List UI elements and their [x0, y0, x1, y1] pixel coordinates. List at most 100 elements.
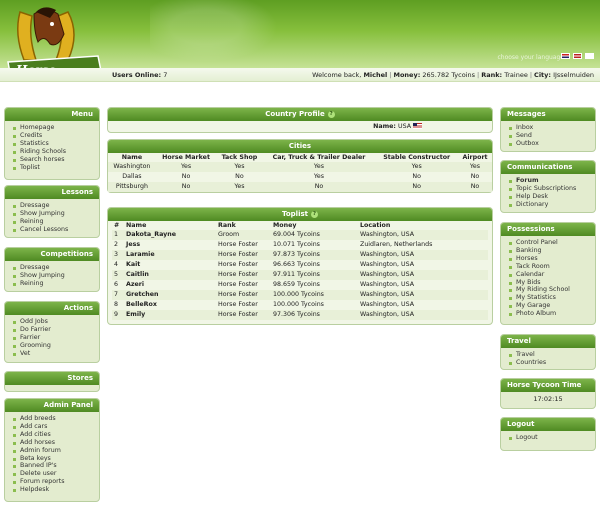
comm-item-help-desk[interactable]: Help Desk [509, 193, 595, 201]
admin-panel: Admin Panel Add breeds Add cars Add citi… [4, 398, 100, 502]
actions-panel-title: Actions [5, 302, 99, 315]
player-name[interactable]: Caitlin [124, 270, 216, 280]
admin-item-add-breeds[interactable]: Add breeds [13, 415, 99, 423]
city-value: IJsselmuiden [553, 71, 594, 79]
possession-item-horses[interactable]: Horses [509, 255, 595, 263]
message-item-outbox[interactable]: Outbox [509, 140, 595, 148]
possession-item-tack-room[interactable]: Tack Room [509, 263, 595, 271]
possession-item-my-riding-school[interactable]: My Riding School [509, 286, 595, 294]
actions-panel: Actions Odd Jobs Do Farrier Farrier Groo… [4, 301, 100, 363]
action-item-grooming[interactable]: Grooming [13, 342, 99, 350]
possession-item-calendar[interactable]: Calendar [509, 271, 595, 279]
possession-item-my-bids[interactable]: My Bids [509, 279, 595, 287]
admin-item-beta-keys[interactable]: Beta keys [13, 455, 99, 463]
player-name[interactable]: Jess [124, 240, 216, 250]
possession-item-my-statistics[interactable]: My Statistics [509, 294, 595, 302]
message-item-inbox[interactable]: Inbox [509, 124, 595, 132]
country-profile-header: Country Profile? [108, 108, 492, 121]
us-flag-icon [413, 123, 422, 129]
player-name[interactable]: BelleRox [124, 300, 216, 310]
lesson-item-cancel-lessons[interactable]: Cancel Lessons [13, 226, 99, 234]
menu-panel-title: Menu [5, 108, 99, 121]
comm-item-forum[interactable]: Forum [509, 177, 595, 185]
rank-value: Trainee [504, 71, 528, 79]
username[interactable]: Michel [363, 71, 387, 79]
possessions-panel-title: Possessions [501, 223, 595, 236]
col-name: Name [121, 154, 143, 161]
possessions-list: Control Panel Banking Horses Tack Room C… [501, 236, 595, 322]
action-item-odd-jobs[interactable]: Odd Jobs [13, 318, 99, 326]
action-item-do-farrier[interactable]: Do Farrier [13, 326, 99, 334]
player-name[interactable]: Dakota_Rayne [124, 230, 216, 240]
player-name[interactable]: Laramie [124, 250, 216, 260]
admin-item-add-cities[interactable]: Add cities [13, 431, 99, 439]
money-value: 265.782 Tycoins [422, 71, 475, 79]
player-name[interactable]: Gretchen [124, 290, 216, 300]
actions-list: Odd Jobs Do Farrier Farrier Grooming Vet [5, 315, 99, 362]
travel-list: Travel Countries [501, 348, 595, 371]
toplist-panel: Toplist? # Name Rank Money Location 1 Dak… [107, 207, 493, 325]
menu-item-credits[interactable]: Credits [13, 132, 99, 140]
menu-item-homepage[interactable]: Homepage [13, 124, 99, 132]
lesson-item-reining[interactable]: Reining [13, 218, 99, 226]
menu-item-toplist[interactable]: Toplist [13, 164, 99, 172]
toplist-table: # Name Rank Money Location 1 Dakota_Rayne… [112, 221, 489, 320]
dutch-flag-icon[interactable] [561, 53, 570, 59]
city-name[interactable]: Washington [108, 162, 156, 172]
competitions-panel-title: Competitions [5, 248, 99, 261]
communications-panel-title: Communications [501, 161, 595, 174]
menu-item-riding-schools[interactable]: Riding Schools [13, 148, 99, 156]
menu-item-statistics[interactable]: Statistics [13, 140, 99, 148]
admin-item-add-horses[interactable]: Add horses [13, 439, 99, 447]
admin-item-forum-reports[interactable]: Forum reports [13, 478, 99, 486]
table-row: 1 Dakota_Rayne Groom 69.004 Tycoins Washingt… [112, 230, 489, 240]
player-name[interactable]: Emily [124, 310, 216, 320]
header-watermark [150, 0, 290, 68]
admin-item-helpdesk[interactable]: Helpdesk [13, 486, 99, 494]
competition-item-show-jumping[interactable]: Show Jumping [13, 272, 99, 280]
cities-table: Name Horse Market Tack Shop Car, Truck &… [108, 153, 492, 192]
possession-item-my-garage[interactable]: My Garage [509, 302, 595, 310]
toplist-header-row: # Name Rank Money Location [114, 222, 391, 229]
city-name[interactable]: Dallas [108, 172, 156, 182]
possession-item-photo-album[interactable]: Photo Album [509, 310, 595, 318]
horse-tycoon-logo[interactable]: Horse Tycoon [6, 4, 106, 68]
lessons-panel: Lessons Dressage Show Jumping Reining Ca… [4, 185, 100, 238]
logout-link[interactable]: Logout [509, 434, 595, 442]
possession-item-banking[interactable]: Banking [509, 247, 595, 255]
table-row: 4 Kait Horse Foster 96.663 Tycoins Washingto… [114, 260, 415, 270]
help-icon[interactable]: ? [327, 110, 335, 118]
possession-item-control-panel[interactable]: Control Panel [509, 239, 595, 247]
message-item-send[interactable]: Send [509, 132, 595, 140]
player-name[interactable]: Azeri [124, 280, 216, 290]
stores-panel-title[interactable]: Stores [5, 372, 99, 385]
lesson-item-dressage[interactable]: Dressage [13, 202, 99, 210]
travel-panel-title: Travel [501, 335, 595, 348]
competition-item-reining[interactable]: Reining [13, 280, 99, 288]
action-item-farrier[interactable]: Farrier [13, 334, 99, 342]
comm-item-dictionary[interactable]: Dictionary [509, 201, 595, 209]
city-name[interactable]: Pittsburgh [108, 182, 156, 192]
admin-item-add-cars[interactable]: Add cars [13, 423, 99, 431]
travel-item-countries[interactable]: Countries [509, 359, 595, 367]
cities-panel: Cities Name Horse Market Tack Shop Car, … [107, 139, 493, 193]
admin-item-admin-forum[interactable]: Admin forum [13, 447, 99, 455]
admin-item-delete-user[interactable]: Delete user [13, 470, 99, 478]
comm-item-topic-subscriptions[interactable]: Topic Subscriptions [509, 185, 595, 193]
uk-flag-icon[interactable] [585, 53, 594, 59]
game-time-value: 17:02:15 [533, 395, 563, 403]
choose-language-label: choose your language [497, 54, 564, 61]
help-icon[interactable]: ? [310, 210, 318, 218]
lesson-item-show-jumping[interactable]: Show Jumping [13, 210, 99, 218]
us-flag-icon[interactable] [573, 53, 582, 59]
admin-item-banned-ips[interactable]: Banned IP's [13, 462, 99, 470]
lessons-list: Dressage Show Jumping Reining Cancel Les… [5, 199, 99, 238]
travel-panel: Travel Travel Countries [500, 334, 596, 370]
travel-item-travel[interactable]: Travel [509, 351, 595, 359]
menu-item-search-horses[interactable]: Search horses [13, 156, 99, 164]
player-name[interactable]: Kait [124, 260, 216, 270]
action-item-vet[interactable]: Vet [13, 350, 99, 358]
admin-panel-title: Admin Panel [5, 399, 99, 412]
competition-item-dressage[interactable]: Dressage [13, 264, 99, 272]
messages-panel: Messages Inbox Send Outbox [500, 107, 596, 152]
